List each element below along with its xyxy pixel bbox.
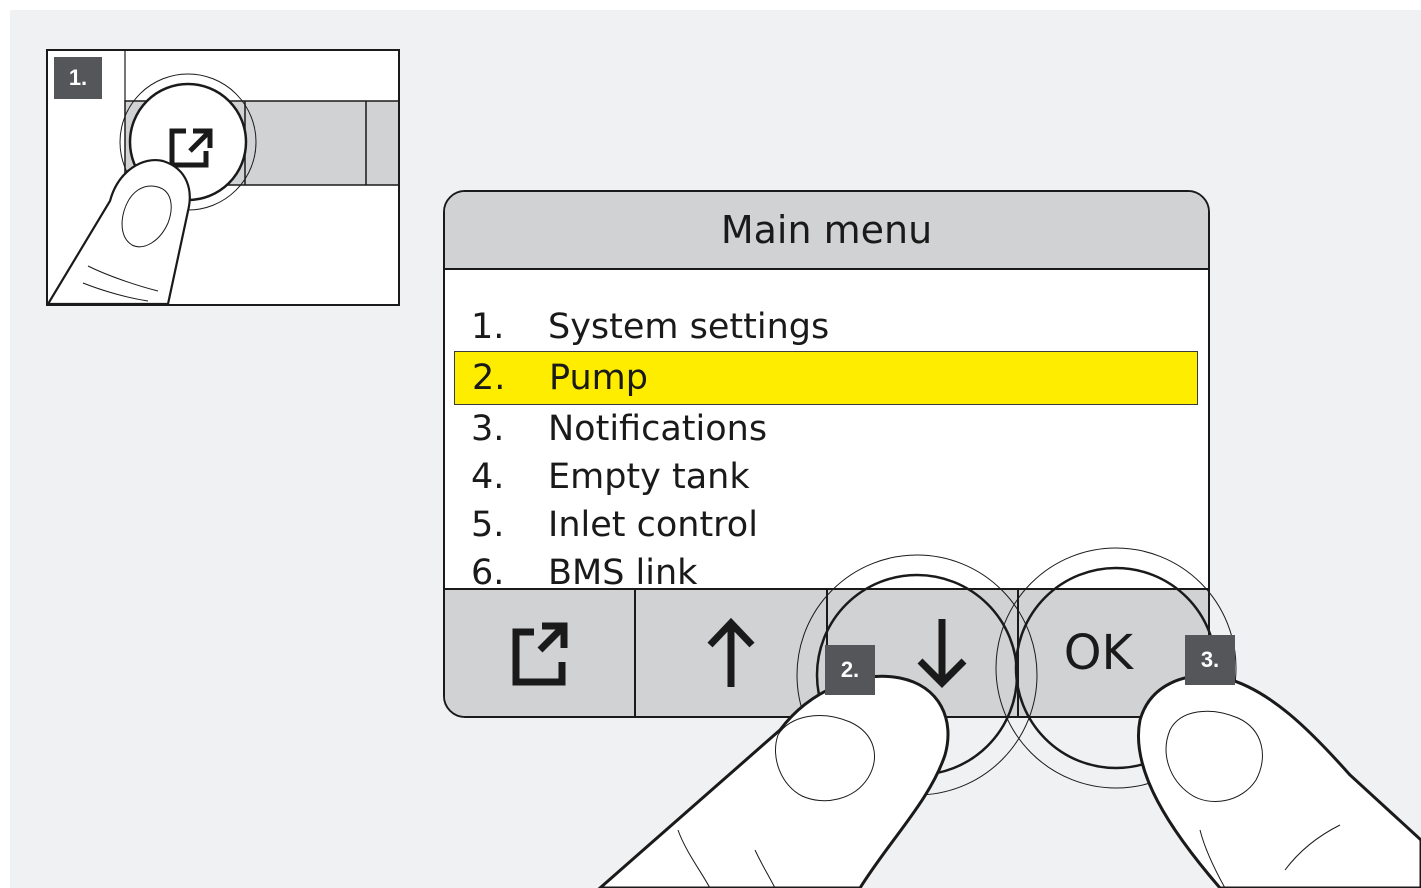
- step1-inset: 1.: [46, 49, 400, 306]
- menu-item-number: 2.: [472, 358, 506, 398]
- menu-item-number: 4.: [471, 457, 505, 497]
- step3-badge: 3.: [1185, 635, 1235, 685]
- arrow-down-icon: [917, 619, 967, 688]
- display-header: Main menu: [445, 192, 1208, 270]
- menu-item-label: Empty tank: [548, 457, 750, 497]
- menu-item-number: 1.: [471, 307, 505, 347]
- step1-badge: 1.: [54, 57, 102, 99]
- menu-item-inlet-control[interactable]: 5. Inlet control: [445, 501, 1208, 549]
- up-softkey[interactable]: [636, 590, 828, 716]
- menu-item-number: 5.: [471, 505, 505, 545]
- menu-item-label: Inlet control: [548, 505, 758, 545]
- menu-item-label: BMS link: [548, 553, 698, 593]
- menu-item-pump[interactable]: 2. Pump: [454, 351, 1198, 405]
- menu-item-label: Pump: [549, 358, 648, 398]
- ok-label: OK: [1063, 625, 1133, 681]
- menu-item-system-settings[interactable]: 1. System settings: [445, 303, 1208, 351]
- menu-open-icon: [512, 622, 568, 686]
- menu-softkey[interactable]: [445, 590, 637, 716]
- menu-item-empty-tank[interactable]: 4. Empty tank: [445, 453, 1208, 501]
- menu-item-notifications[interactable]: 3. Notifications: [445, 405, 1208, 453]
- main-menu-list: 1. System settings 2. Pump 3. Notificati…: [445, 303, 1208, 597]
- display-title: Main menu: [720, 208, 933, 252]
- device-display: Main menu 1. System settings 2. Pump 3. …: [443, 190, 1210, 718]
- ok-softkey[interactable]: OK: [1019, 590, 1208, 716]
- arrow-up-icon: [707, 617, 755, 687]
- menu-item-label: System settings: [548, 307, 830, 347]
- menu-item-number: 3.: [471, 409, 505, 449]
- menu-item-label: Notifications: [548, 409, 768, 449]
- menu-item-number: 6.: [471, 553, 505, 593]
- illustration-canvas: 1. Main menu 1. System settings 2. Pump …: [10, 10, 1421, 888]
- step2-badge: 2.: [825, 645, 875, 695]
